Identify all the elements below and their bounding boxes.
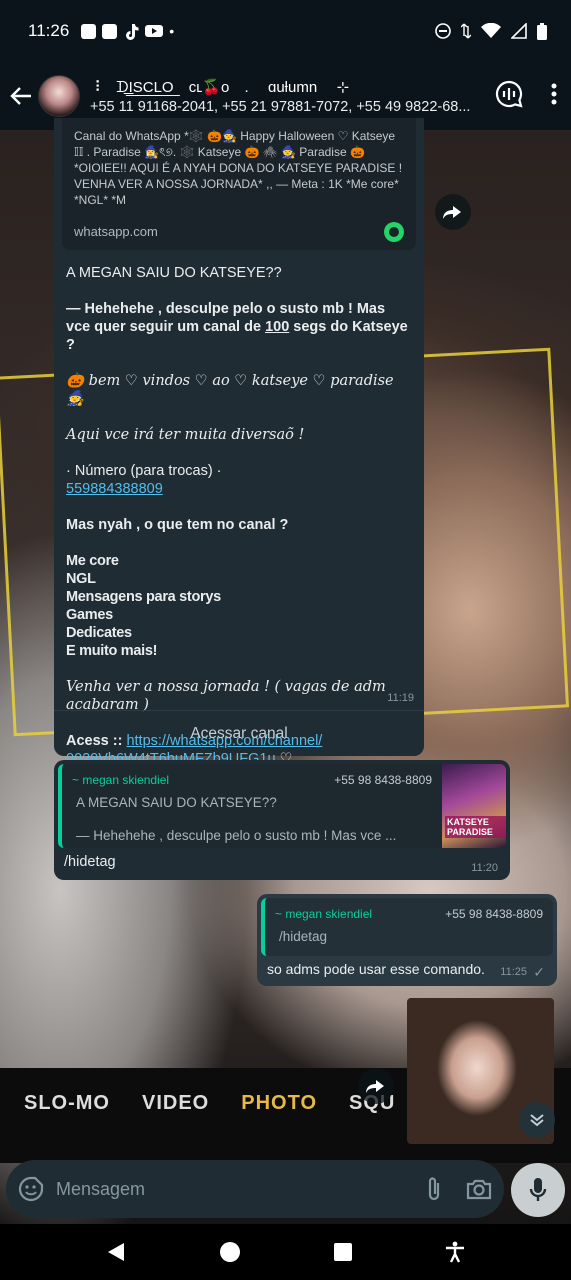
message-time: 11:19 xyxy=(387,692,414,704)
camera-mode: VIDEO xyxy=(142,1092,210,1114)
quote-text: /hidetag xyxy=(279,929,328,944)
microphone-icon xyxy=(529,1178,547,1201)
data-arrows-icon xyxy=(461,23,471,39)
message-outgoing[interactable]: ~ megan skiendiel +55 98 8438-8809 /hide… xyxy=(257,894,557,986)
accessibility-icon[interactable] xyxy=(445,1241,465,1263)
status-time: 11:26 xyxy=(28,21,70,40)
list-item: Dedicates xyxy=(66,625,132,641)
message-body: A MEGAN SAIU DO KATSEYE?? — Hehehehe , d… xyxy=(54,250,424,768)
message-time: 11:25 xyxy=(500,966,527,978)
wifi-icon xyxy=(481,23,501,38)
message-fragment: 100 xyxy=(265,319,290,335)
more-notifications-dot: • xyxy=(169,23,175,39)
group-name: ⠸ ⠀ᗪ͟I͟S͟C͟L͟O͟ ⠀ᴄʟ🍒ᴏ ⠀. ⠀ ɑuƚumn ⠀ ⊹ xyxy=(90,78,350,96)
more-options-icon[interactable] xyxy=(551,83,557,105)
phone-link[interactable]: 559884388809 xyxy=(66,481,163,497)
list-item: Games xyxy=(66,607,113,623)
quote-phone: +55 98 8438-8809 xyxy=(334,773,432,787)
quote-text: A MEGAN SAIU DO KATSEYE?? xyxy=(76,795,277,810)
link-preview-text: Canal do WhatsApp *🕸️ 🎃🧙 Happy Halloween… xyxy=(74,129,403,207)
group-avatar[interactable] xyxy=(38,75,80,117)
open-channel-button[interactable]: Acessar canal xyxy=(54,710,424,756)
arrow-left-icon xyxy=(10,87,31,105)
message-text: /hidetag xyxy=(64,854,116,870)
link-preview[interactable]: Canal do WhatsApp *🕸️ 🎃🧙 Happy Halloween… xyxy=(62,118,416,250)
message-line: · Número (para trocas) · 559884388809 xyxy=(66,462,412,498)
list-item: Mensagens para storys xyxy=(66,589,221,605)
message-line: — Hehehehe , desculpe pelo o susto mb ! … xyxy=(66,300,412,354)
facebook-icon xyxy=(102,23,118,39)
list-item: NGL xyxy=(66,571,96,587)
message-line: Aqui vce irá ter muita diversaõ ! xyxy=(66,427,305,443)
wallpaper-camera-modes: SLO-MO VIDEO PHOTO SQU xyxy=(24,1092,395,1115)
system-icons xyxy=(435,22,547,40)
sticker-icon[interactable] xyxy=(18,1176,44,1202)
forward-icon xyxy=(366,1080,384,1093)
system-nav-bar xyxy=(0,1224,571,1280)
message-time: 11:20 xyxy=(471,862,498,874)
sent-tick-icon: ✓ xyxy=(533,964,545,980)
link-preview-footer: whatsapp.com xyxy=(74,222,404,242)
message-line: A MEGAN SAIU DO KATSEYE?? xyxy=(66,265,282,281)
message-text: so adms pode usar esse comando. xyxy=(267,961,485,977)
thumbnail-label: KATSEYE PARADISE xyxy=(445,816,506,838)
double-chevron-down-icon xyxy=(530,1114,544,1127)
back-button[interactable] xyxy=(8,83,34,109)
attach-icon[interactable] xyxy=(426,1176,442,1202)
voice-record-button[interactable] xyxy=(511,1163,565,1217)
nav-recents-icon[interactable] xyxy=(333,1243,352,1261)
group-title[interactable]: ⠸ ⠀ᗪ͟I͟S͟C͟L͟O͟ ⠀ᴄʟ🍒ᴏ ⠀. ⠀ ɑuƚumn ⠀ ⊹ +5… xyxy=(90,78,480,115)
link-preview-domain: whatsapp.com xyxy=(74,224,158,239)
quote-text: — Hehehehe , desculpe pelo o susto mb ! … xyxy=(76,828,397,843)
message-channel-invite[interactable]: Canal do WhatsApp *🕸️ 🎃🧙 Happy Halloween… xyxy=(54,118,424,767)
list-item: Me core xyxy=(66,553,119,569)
message-input[interactable]: Mensagem xyxy=(56,1179,145,1200)
tiktok-icon xyxy=(126,23,139,40)
quote-thumbnail: KATSEYE PARADISE xyxy=(442,764,506,848)
battery-icon xyxy=(537,22,547,40)
number-label: · Número (para trocas) · xyxy=(66,463,222,479)
facebook-icon xyxy=(81,23,97,39)
header-actions xyxy=(495,80,557,108)
message-hidetag[interactable]: ~ megan skiendiel +55 98 8438-8809 A MEG… xyxy=(54,760,510,880)
composer-actions xyxy=(426,1176,492,1202)
camera-icon[interactable] xyxy=(466,1178,492,1200)
message-line: Venha ver a nossa jornada ! ( vagas de a… xyxy=(66,679,386,713)
nav-home-icon[interactable] xyxy=(219,1241,241,1263)
list-item: E muito mais! xyxy=(66,643,158,659)
camera-mode: PHOTO xyxy=(241,1092,318,1114)
status-bar: 11:26 • xyxy=(0,0,571,62)
feature-list: Me core NGL Mensagens para storys Games … xyxy=(66,552,412,660)
whatsapp-icon xyxy=(384,222,404,242)
nav-back-icon[interactable] xyxy=(106,1242,126,1262)
dnd-icon xyxy=(435,23,451,39)
quoted-message[interactable]: ~ megan skiendiel +55 98 8438-8809 A MEG… xyxy=(58,764,506,848)
quote-author: ~ megan skiendiel xyxy=(275,907,373,921)
message-composer: Mensagem xyxy=(6,1160,504,1218)
forward-button[interactable] xyxy=(435,194,471,230)
voice-chat-icon[interactable] xyxy=(495,80,523,108)
signal-icon xyxy=(511,23,527,39)
message-line: 🎃 bem ♡ vindos ♡ ao ♡ katseye ♡ paradise… xyxy=(66,373,394,407)
scroll-to-bottom-button[interactable] xyxy=(519,1102,555,1138)
quote-phone: +55 98 8438-8809 xyxy=(445,907,543,921)
message-line: Mas nyah , o que tem no canal ? xyxy=(66,517,289,533)
forward-button[interactable] xyxy=(358,1068,394,1104)
camera-mode: SLO-MO xyxy=(24,1092,110,1114)
quote-author: ~ megan skiendiel xyxy=(72,773,170,787)
youtube-icon xyxy=(145,25,164,37)
notification-icons: • xyxy=(81,23,174,40)
group-members: +55 11 91168-2041, +55 21 97881-7072, +5… xyxy=(90,98,471,115)
forward-icon xyxy=(443,206,461,219)
quoted-message[interactable]: ~ megan skiendiel +55 98 8438-8809 /hide… xyxy=(261,898,553,956)
